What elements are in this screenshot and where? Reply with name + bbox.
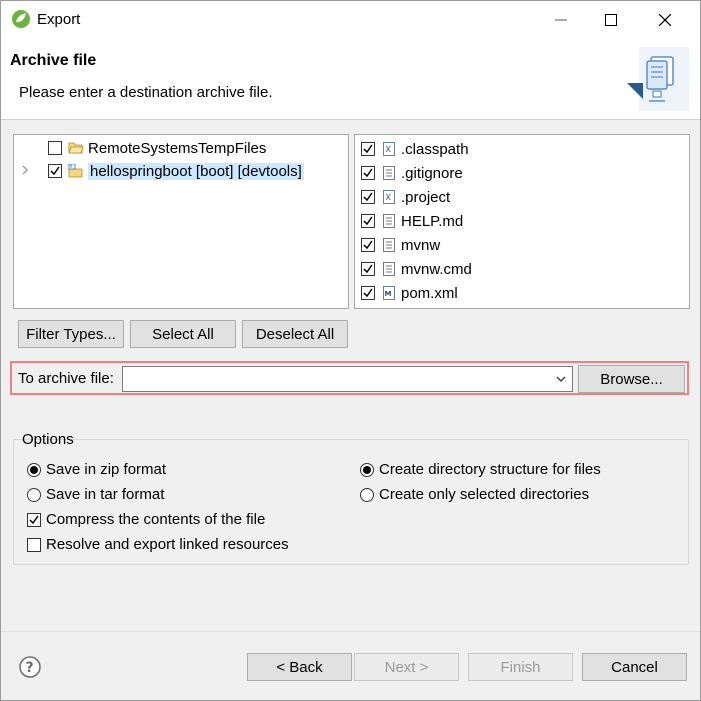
spring-project-icon: M xyxy=(68,163,84,179)
file-item-help-md[interactable]: HELP.md xyxy=(361,210,463,232)
file-item-label: HELP.md xyxy=(401,212,464,230)
resource-tree[interactable]: RemoteSystemsTempFiles M hellospringboot… xyxy=(13,134,349,309)
svg-text:M: M xyxy=(385,290,392,298)
save-zip-radio[interactable]: Save in zip format xyxy=(27,461,166,478)
footer-separator xyxy=(1,631,700,632)
page-title: Archive file xyxy=(10,52,97,69)
file-item-label: .classpath xyxy=(401,140,469,158)
file-item-label: .project xyxy=(401,188,451,206)
file-item-mvnw[interactable]: mvnw xyxy=(361,234,440,256)
check-icon xyxy=(50,166,60,176)
svg-text:X: X xyxy=(386,145,392,154)
option-label: Resolve and export linked resources xyxy=(46,536,289,553)
checkbox[interactable] xyxy=(361,214,375,228)
export-dialog: Export Archive file Please enter a desti… xyxy=(0,0,701,701)
check-icon xyxy=(29,515,39,524)
file-item-label: mvnw xyxy=(401,236,441,254)
xml-file-icon: X xyxy=(381,141,397,157)
resolve-links-checkbox[interactable]: Resolve and export linked resources xyxy=(27,536,289,553)
file-list[interactable]: X .classpath .gitignore X .project HELP.… xyxy=(354,134,690,309)
save-tar-radio[interactable]: Save in tar format xyxy=(27,486,164,503)
svg-text:?: ? xyxy=(26,660,34,676)
compress-checkbox[interactable]: Compress the contents of the file xyxy=(27,511,265,528)
radio-button[interactable] xyxy=(360,487,374,502)
checkbox[interactable] xyxy=(361,262,375,276)
checkbox[interactable] xyxy=(48,141,62,155)
text-file-icon xyxy=(381,213,397,229)
finish-button[interactable]: Finish xyxy=(468,653,573,681)
check-icon xyxy=(363,216,373,226)
chevron-down-icon[interactable] xyxy=(556,375,566,383)
maximize-button[interactable] xyxy=(587,1,635,39)
radio-button[interactable] xyxy=(27,462,41,477)
check-icon xyxy=(363,192,373,202)
wizard-header: Archive file Please enter a destination … xyxy=(1,39,700,120)
tree-item-hellospringboot[interactable]: M hellospringboot [boot] [devtools] xyxy=(18,160,304,182)
checkbox[interactable] xyxy=(361,286,375,300)
browse-button[interactable]: Browse... xyxy=(578,365,685,393)
tree-item-label: RemoteSystemsTempFiles xyxy=(88,139,267,157)
checkbox[interactable] xyxy=(27,537,41,552)
checkbox[interactable] xyxy=(48,164,62,178)
chevron-right-icon[interactable] xyxy=(18,164,32,178)
file-item-classpath[interactable]: X .classpath xyxy=(361,138,469,160)
help-icon[interactable]: ? xyxy=(19,656,41,678)
close-button[interactable] xyxy=(641,1,689,39)
file-item-label: pom.xml xyxy=(401,284,458,302)
page-description: Please enter a destination archive file. xyxy=(19,84,273,101)
option-label: Compress the contents of the file xyxy=(46,511,266,528)
checkbox[interactable] xyxy=(27,512,41,527)
file-item-label: mvnw.cmd xyxy=(401,260,472,278)
file-item-pom-xml[interactable]: M pom.xml xyxy=(361,282,458,304)
xml-file-icon: X xyxy=(381,189,397,205)
minimize-icon xyxy=(555,19,567,21)
options-title: Options xyxy=(22,431,74,448)
cancel-button[interactable]: Cancel xyxy=(582,653,687,681)
file-item-project[interactable]: X .project xyxy=(361,186,450,208)
option-label: Create only selected directories xyxy=(379,486,590,503)
archive-file-label: To archive file: xyxy=(18,370,114,387)
close-icon xyxy=(659,14,671,26)
maximize-icon xyxy=(605,14,617,26)
text-file-icon xyxy=(381,165,397,181)
back-button[interactable]: < Back xyxy=(247,653,352,681)
maven-pom-icon: M xyxy=(381,285,397,301)
filter-types-button[interactable]: Filter Types... xyxy=(18,320,124,348)
file-item-mvnw-cmd[interactable]: mvnw.cmd xyxy=(361,258,472,280)
check-icon xyxy=(363,240,373,250)
radio-button[interactable] xyxy=(27,487,41,502)
check-icon xyxy=(363,288,373,298)
tree-item-label: hellospringboot [boot] [devtools] xyxy=(88,162,304,180)
export-archive-wizard-icon xyxy=(627,47,689,111)
check-icon xyxy=(363,144,373,154)
create-dir-structure-radio[interactable]: Create directory structure for files xyxy=(360,461,601,478)
file-item-gitignore[interactable]: .gitignore xyxy=(361,162,463,184)
checkbox[interactable] xyxy=(361,190,375,204)
tree-item-remote-systems[interactable]: RemoteSystemsTempFiles xyxy=(22,137,266,159)
radio-button[interactable] xyxy=(360,462,374,477)
option-label: Save in zip format xyxy=(46,461,167,478)
create-selected-dirs-radio[interactable]: Create only selected directories xyxy=(360,486,589,503)
deselect-all-button[interactable]: Deselect All xyxy=(242,320,348,348)
text-file-icon xyxy=(381,261,397,277)
check-icon xyxy=(363,264,373,274)
folder-open-icon xyxy=(68,140,84,156)
option-label: Create directory structure for files xyxy=(379,461,601,478)
archive-file-combo[interactable] xyxy=(122,366,573,392)
window-title: Export xyxy=(37,11,81,28)
title-bar: Export xyxy=(1,1,700,39)
text-file-icon xyxy=(381,237,397,253)
select-all-button[interactable]: Select All xyxy=(130,320,236,348)
option-label: Save in tar format xyxy=(46,486,165,503)
file-item-label: .gitignore xyxy=(401,164,463,182)
next-button[interactable]: Next > xyxy=(354,653,459,681)
checkbox[interactable] xyxy=(361,142,375,156)
svg-text:M: M xyxy=(69,164,73,169)
checkbox[interactable] xyxy=(361,238,375,252)
checkbox[interactable] xyxy=(361,166,375,180)
minimize-button[interactable] xyxy=(537,1,585,39)
spring-app-icon xyxy=(12,10,30,28)
check-icon xyxy=(363,168,373,178)
svg-text:X: X xyxy=(386,193,392,202)
